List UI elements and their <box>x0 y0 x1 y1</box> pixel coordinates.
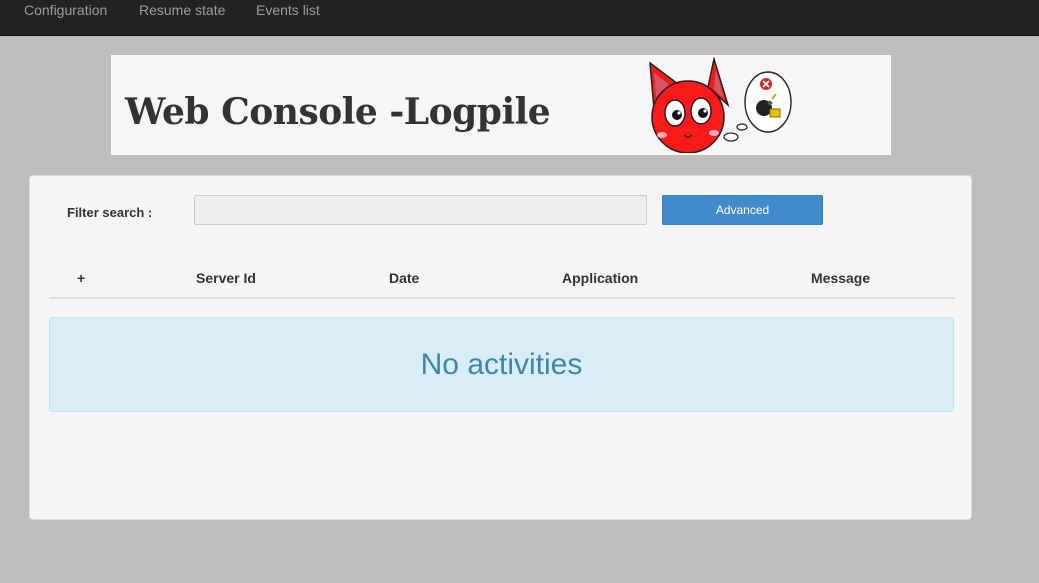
empty-state-message: No activities <box>49 317 954 412</box>
table-header: + Server Id Date Application Message <box>49 260 955 299</box>
red-cat-mascot-icon <box>649 57 792 153</box>
filter-search-label: Filter search : <box>67 205 153 220</box>
advanced-button[interactable]: Advanced <box>662 195 823 225</box>
filter-search-input[interactable] <box>194 195 647 225</box>
expand-column-header[interactable]: + <box>77 270 85 286</box>
banner-title: Web Console -Logpile <box>125 91 551 133</box>
column-header-application: Application <box>562 270 639 286</box>
top-navbar: Configuration Resume state Events list <box>0 0 1039 36</box>
nav-item-configuration[interactable]: Configuration <box>24 0 107 22</box>
header-banner: Web Console -Logpile <box>111 55 891 155</box>
nav-item-events-list[interactable]: Events list <box>256 0 320 22</box>
column-header-date: Date <box>389 270 420 286</box>
column-header-server-id: Server Id <box>196 270 256 286</box>
column-header-message: Message <box>811 270 871 286</box>
main-panel: Filter search : Advanced + Server Id Dat… <box>29 175 972 520</box>
nav-item-resume-state[interactable]: Resume state <box>139 0 225 22</box>
